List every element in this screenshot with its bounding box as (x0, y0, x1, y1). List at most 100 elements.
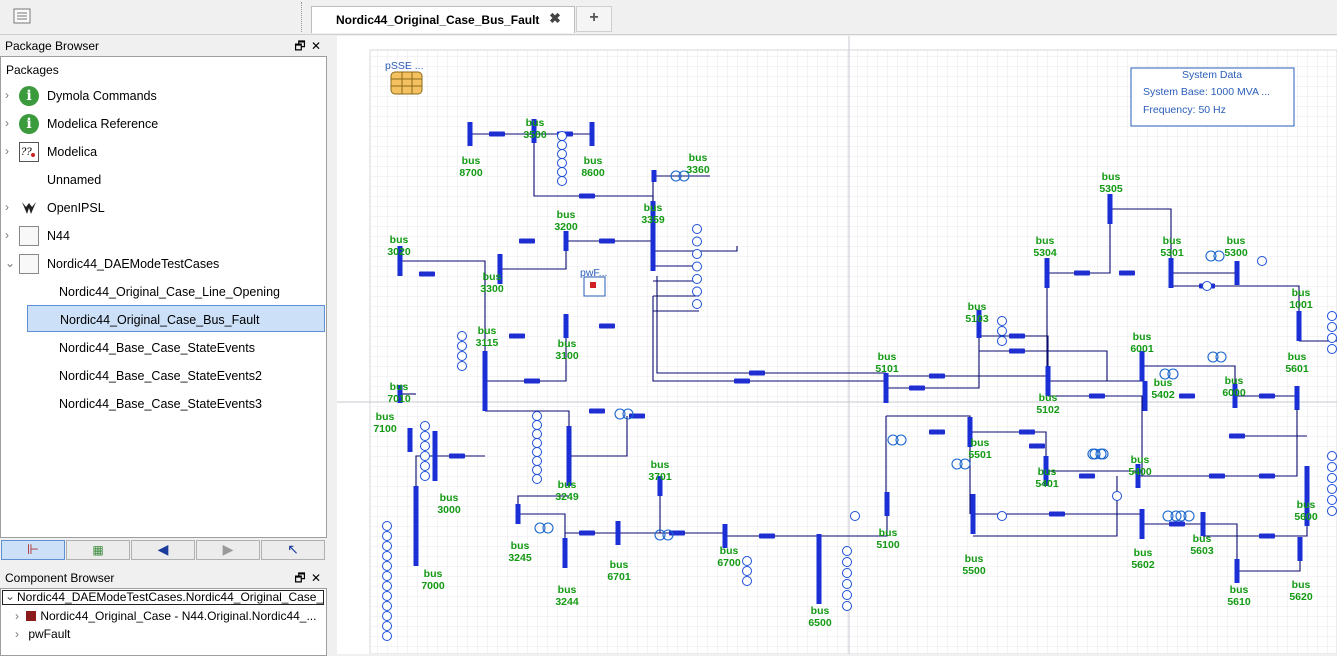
chevron-right-icon[interactable]: › (5, 228, 9, 242)
icon-view-button[interactable]: ▦ (66, 540, 130, 560)
bus-number: 5500 (962, 565, 986, 577)
chevron-right-icon[interactable]: › (5, 200, 9, 214)
close-icon[interactable]: ✖ (547, 10, 563, 27)
generator-icon (1202, 281, 1212, 291)
generator-icon (457, 351, 467, 361)
bus-number: 6700 (717, 557, 741, 569)
toolbar-separator (301, 2, 304, 32)
tree-item-bus-fault[interactable]: Nordic44_Original_Case_Bus_Fault (27, 305, 325, 332)
forward-button[interactable]: ▶ (196, 540, 260, 560)
bus-bar (651, 170, 657, 182)
bus-number: 5300 (1224, 247, 1248, 259)
breaker (1259, 533, 1275, 539)
tree-item-state-events3[interactable]: Nordic44_Base_Case_StateEvents3 (27, 390, 325, 417)
go-up-button[interactable]: ↖ (261, 540, 325, 560)
bus-number: 3100 (555, 350, 579, 362)
bus-bar (884, 492, 890, 516)
tree-item-state-events2[interactable]: Nordic44_Base_Case_StateEvents2 (27, 362, 325, 389)
bus-label: bus (1288, 351, 1307, 363)
chevron-right-icon[interactable]: › (15, 627, 19, 641)
generator-icon (997, 316, 1007, 326)
tree-item-line-opening[interactable]: Nordic44_Original_Case_Line_Opening (27, 278, 325, 305)
tab-bus-fault[interactable]: Nordic44_Original_Case_Bus_Fault ✖ (311, 6, 575, 33)
tree-item-openipsl[interactable]: › OpenIPSL (1, 194, 325, 222)
tree-item-modelica-reference[interactable]: › i Modelica Reference (1, 110, 325, 138)
chevron-right-icon[interactable]: › (5, 88, 9, 102)
system-data-box[interactable]: System Data System Base: 1000 MVA ... Fr… (1130, 67, 1295, 127)
breaker (599, 238, 615, 244)
bus-number: 5305 (1099, 183, 1123, 195)
undock-icon[interactable]: 🗗 (292, 37, 308, 58)
generator-icon (557, 149, 567, 159)
breaker (1009, 333, 1025, 339)
bus-label: bus (1131, 454, 1150, 466)
component-item-label: Nordic44_Original_Case - N44.Original.No… (40, 609, 317, 623)
window-menu-icon[interactable] (13, 8, 31, 24)
generator-icon (532, 429, 542, 439)
breaker (579, 193, 595, 199)
bus-bar (482, 351, 488, 411)
generator-icon (557, 131, 567, 141)
generator-icon (842, 546, 852, 556)
package-icon (19, 226, 39, 246)
generator-icon (842, 568, 852, 578)
component-root-item[interactable]: ⌄ Nordic44_DAEModeTestCases.Nordic44_Ori… (2, 590, 324, 605)
breaker (509, 333, 525, 339)
diagram-canvas[interactable]: bus 8700 bus 3500 bus 8600 bus 3360 bus 3359 bus 30… (337, 36, 1337, 654)
generator-icon (1257, 256, 1267, 266)
breaker (734, 378, 750, 384)
modelica-icon: ?? (19, 142, 39, 162)
generator-icon (532, 411, 542, 421)
tree-item-unnamed[interactable]: Unnamed (1, 166, 325, 194)
component-item-original-case[interactable]: › Nordic44_Original_Case - N44.Original.… (15, 609, 316, 623)
bus-label: bus (610, 559, 629, 571)
bus-bar (515, 504, 521, 524)
psse-block-icon[interactable]: pSSE ... (385, 60, 424, 95)
panel-splitter[interactable] (327, 36, 337, 654)
system-data-title: System Data (1182, 69, 1242, 81)
back-button[interactable]: ◀ (131, 540, 195, 560)
pwfault-block[interactable]: pwF... (580, 267, 607, 297)
bus-label: bus (1038, 466, 1057, 478)
tree-item-modelica[interactable]: › ?? Modelica (1, 138, 325, 166)
tree-item-label: Nordic44_Base_Case_StateEvents3 (59, 397, 262, 411)
bus-label: bus (965, 553, 984, 565)
bus-number: 3249 (555, 491, 579, 503)
chevron-right-icon[interactable]: › (15, 609, 19, 623)
breaker (1259, 393, 1275, 399)
bus-label: bus (1036, 235, 1055, 247)
tree-item-label: Nordic44_Base_Case_StateEvents2 (59, 369, 262, 383)
bus-label: bus (1292, 579, 1311, 591)
chevron-right-icon[interactable]: › (5, 116, 9, 130)
close-icon[interactable]: ✕ (308, 571, 324, 585)
openipsl-icon (19, 198, 39, 218)
network-diagram: bus8700bus3500bus8600bus3360bus3359bus30… (337, 36, 1337, 654)
component-item-pwfault[interactable]: › pwFault (15, 627, 70, 641)
chevron-down-icon[interactable]: ⌄ (5, 591, 15, 603)
chevron-right-icon[interactable]: › (5, 144, 9, 158)
bus-label: bus (1133, 331, 1152, 343)
close-icon[interactable]: ✕ (308, 39, 324, 53)
bus-number: 5102 (1036, 404, 1060, 416)
bus-label: bus (878, 351, 897, 363)
tree-view-button[interactable]: ⊩ (1, 540, 65, 560)
tree-item-nordic44-daemode[interactable]: ⌄ Nordic44_DAEModeTestCases (1, 250, 325, 278)
bus-label: bus (1154, 377, 1173, 389)
generator-icon (997, 511, 1007, 521)
bus-label: bus (1193, 533, 1212, 545)
chevron-down-icon[interactable]: ⌄ (5, 256, 15, 270)
generator-icon (557, 158, 567, 168)
generator-icon (532, 420, 542, 430)
tree-item-state-events[interactable]: Nordic44_Base_Case_StateEvents (27, 334, 325, 361)
add-tab-button[interactable]: + (576, 6, 612, 32)
generator-icon (382, 571, 392, 581)
tree-item-dymola-commands[interactable]: › i Dymola Commands (1, 82, 325, 110)
generator-icon (842, 557, 852, 567)
bus-number: 6001 (1130, 343, 1154, 355)
breaker (1009, 348, 1025, 354)
undock-icon[interactable]: 🗗 (292, 569, 308, 590)
bus-label: bus (689, 152, 708, 164)
generator-icon (850, 511, 860, 521)
tree-item-n44[interactable]: › N44 (1, 222, 325, 250)
bus-number: 3115 (476, 337, 499, 349)
